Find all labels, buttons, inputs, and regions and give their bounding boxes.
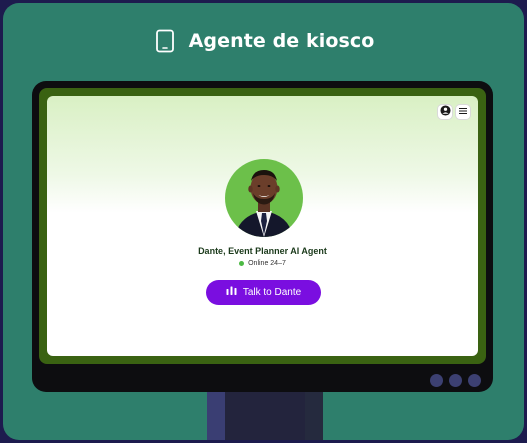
kiosk-monitor: Dante, Event Planner AI Agent Online 24–… bbox=[32, 81, 493, 392]
audio-bars-icon bbox=[226, 286, 237, 299]
monitor-dots bbox=[430, 374, 481, 387]
monitor-dot bbox=[468, 374, 481, 387]
card-header: Agente de kiosco bbox=[3, 29, 524, 53]
talk-button-label: Talk to Dante bbox=[242, 287, 302, 298]
kiosk-agent-card: Agente de kiosco Dante, Event Planner AI… bbox=[3, 3, 524, 440]
agent-status: Online 24–7 bbox=[47, 260, 478, 267]
account-icon bbox=[439, 103, 451, 121]
online-indicator bbox=[239, 261, 245, 266]
agent-name: Dante, Event Planner AI Agent bbox=[198, 246, 327, 256]
screen-top-icons bbox=[438, 105, 470, 119]
status-text: Online 24–7 bbox=[248, 260, 286, 267]
monitor-dot bbox=[430, 374, 443, 387]
kiosk-bezel: Dante, Event Planner AI Agent Online 24–… bbox=[39, 88, 486, 364]
kiosk-stand-highlight bbox=[207, 390, 225, 440]
kiosk-screen: Dante, Event Planner AI Agent Online 24–… bbox=[47, 96, 478, 356]
card-title: Agente de kiosco bbox=[188, 30, 375, 52]
account-button[interactable] bbox=[438, 105, 452, 119]
talk-to-agent-button[interactable]: Talk to Dante bbox=[206, 280, 321, 305]
kiosk-stand-shade bbox=[225, 390, 305, 440]
menu-button[interactable] bbox=[456, 105, 470, 119]
monitor-dot bbox=[449, 374, 462, 387]
tablet-icon bbox=[153, 29, 177, 53]
menu-icon bbox=[458, 103, 468, 121]
agent-avatar bbox=[225, 159, 303, 237]
